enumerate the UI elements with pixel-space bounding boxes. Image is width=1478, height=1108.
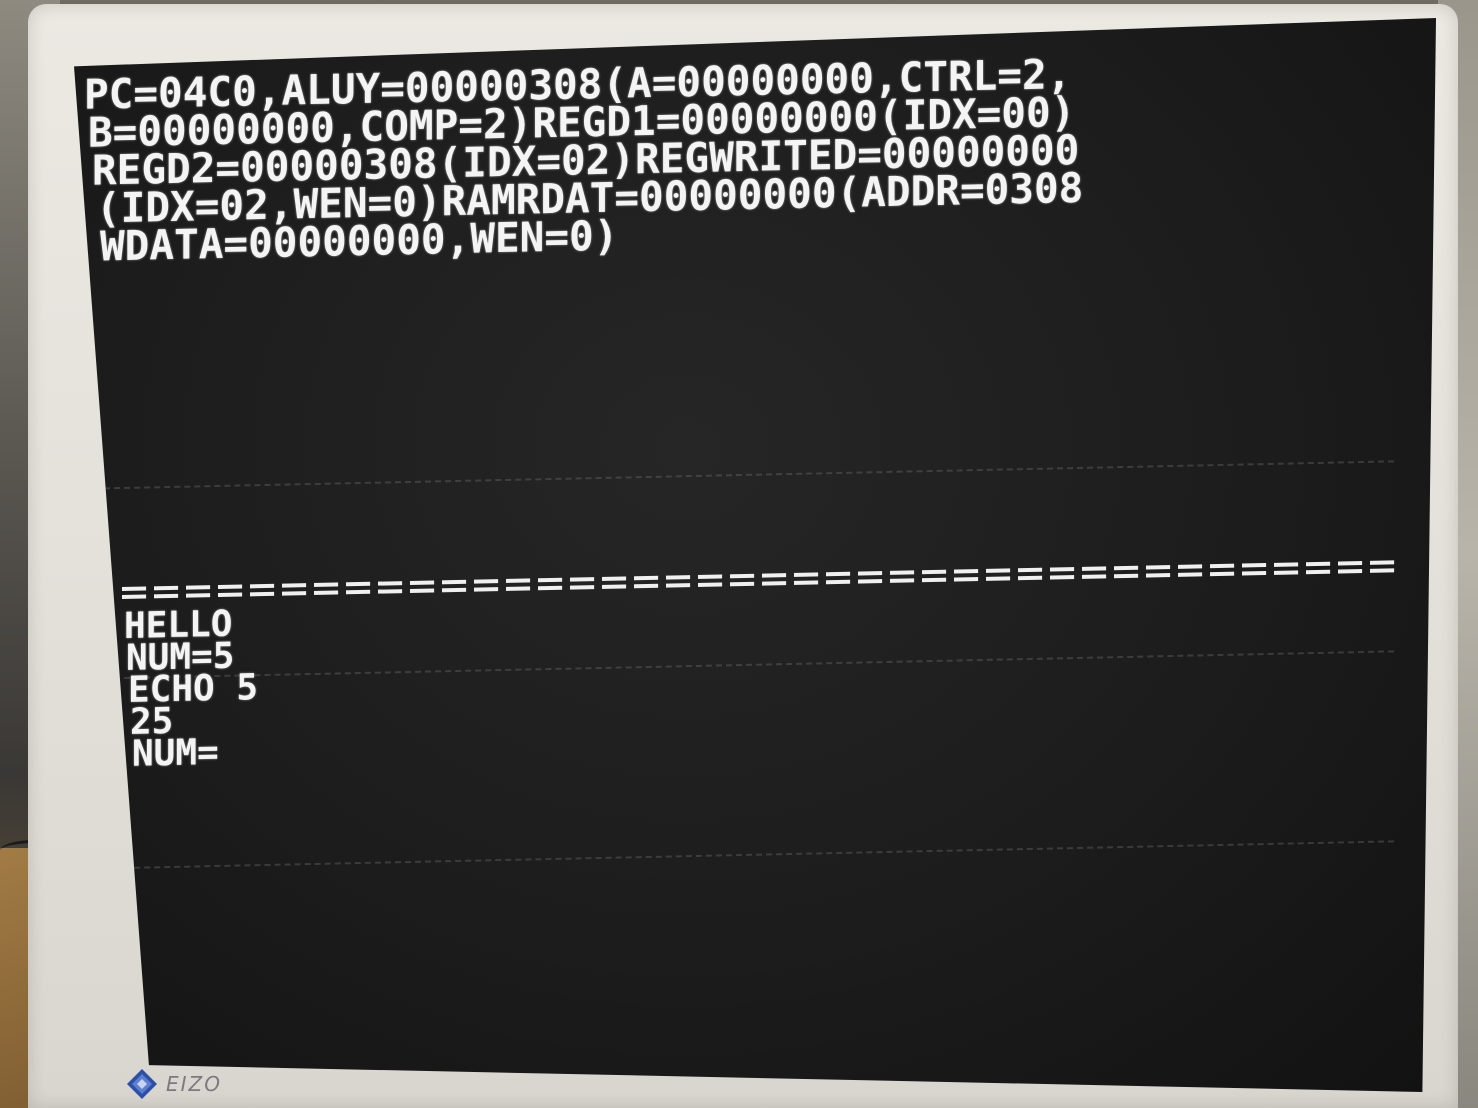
debug-line-5: WDATA=00000000,WEN=0) [100, 211, 619, 271]
separator-line [122, 560, 1402, 599]
scan-artifact [94, 460, 1394, 490]
scan-artifact [94, 650, 1394, 680]
scan-artifact [94, 840, 1394, 870]
eizo-logo-icon [127, 1069, 157, 1099]
screen-content: PC=04C0,ALUY=00000308(A=00000000,CTRL=2,… [74, 18, 1436, 1092]
monitor-screen: PC=04C0,ALUY=00000308(A=00000000,CTRL=2,… [74, 18, 1436, 1092]
brand-name: EIZO [166, 1072, 222, 1096]
console-prompt: NUM= [132, 731, 219, 775]
eizo-logo: EIZO [126, 1066, 236, 1102]
